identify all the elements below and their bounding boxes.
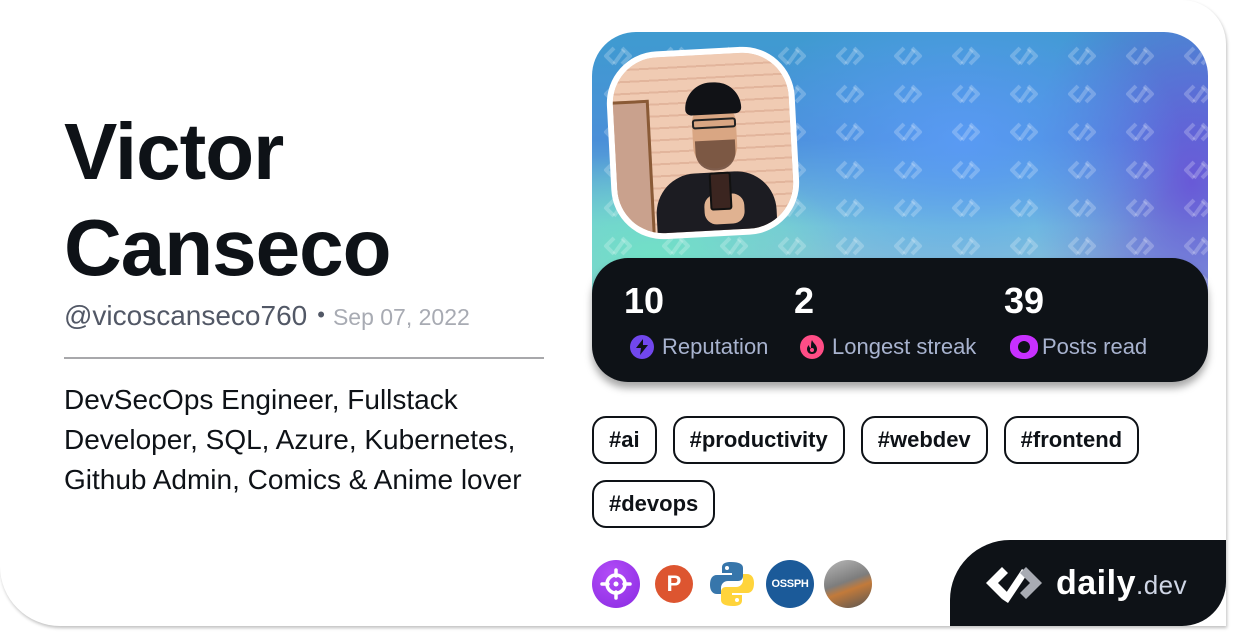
brand-name: daily.dev [1056,563,1188,602]
tag-chip[interactable]: #webdev [860,416,988,464]
profile-handle[interactable]: @vicoscanseco760 [64,300,307,332]
stat-value: 39 [1004,280,1045,321]
stat-longest-streak: 2 Longest streak [762,276,976,360]
stat-reputation: 10 Reputation [592,276,768,360]
tag-list: #ai #productivity #webdev #frontend #dev… [592,416,1212,528]
profile-card: Victor Canseco @vicoscanseco760 • Sep 07… [0,0,1226,626]
squad-python[interactable] [708,560,756,608]
profile-name: Victor Canseco [64,104,584,296]
brand-footer: daily.dev [950,540,1226,626]
flame-icon [800,335,824,359]
avatar-frame [604,44,802,242]
squad-p[interactable]: P [650,560,698,608]
daily-dev-logo-icon [986,567,1042,603]
stat-value: 10 [624,280,665,321]
tag-chip[interactable]: #frontend [1003,416,1140,464]
eye-ring-icon [1010,335,1038,359]
tag-chip[interactable]: #productivity [672,416,845,464]
meta-separator: • [317,302,325,327]
squad-ossph[interactable]: OSSPH [766,560,814,608]
stat-label: Longest streak [832,334,977,359]
divider [64,357,544,359]
letter-p-icon: P [655,565,693,603]
stat-label: Posts read [1042,334,1148,359]
squad-list: P OSSPH [592,560,872,608]
profile-first-name: Victor [64,107,284,196]
ossph-icon: OSSPH [771,578,809,590]
python-icon [710,562,754,606]
stat-value: 2 [794,280,815,321]
lightning-icon [630,335,654,359]
profile-meta: @vicoscanseco760 • Sep 07, 2022 [64,300,470,332]
squad-crosshair[interactable] [592,560,640,608]
squad-photo[interactable] [824,560,872,608]
tag-chip[interactable]: #devops [592,480,716,528]
stat-posts-read: 39 Posts read [972,276,1147,360]
stat-label: Reputation [662,334,769,359]
tag-chip[interactable]: #ai [592,416,657,464]
join-date: Sep 07, 2022 [332,304,470,330]
stats-panel: 10 Reputation 2 Longest streak 39 Posts … [592,258,1208,382]
profile-last-name: Canseco [64,203,391,292]
avatar[interactable] [610,50,796,236]
profile-bio: DevSecOps Engineer, Fullstack Developer,… [64,384,522,495]
crosshair-icon [600,568,632,600]
